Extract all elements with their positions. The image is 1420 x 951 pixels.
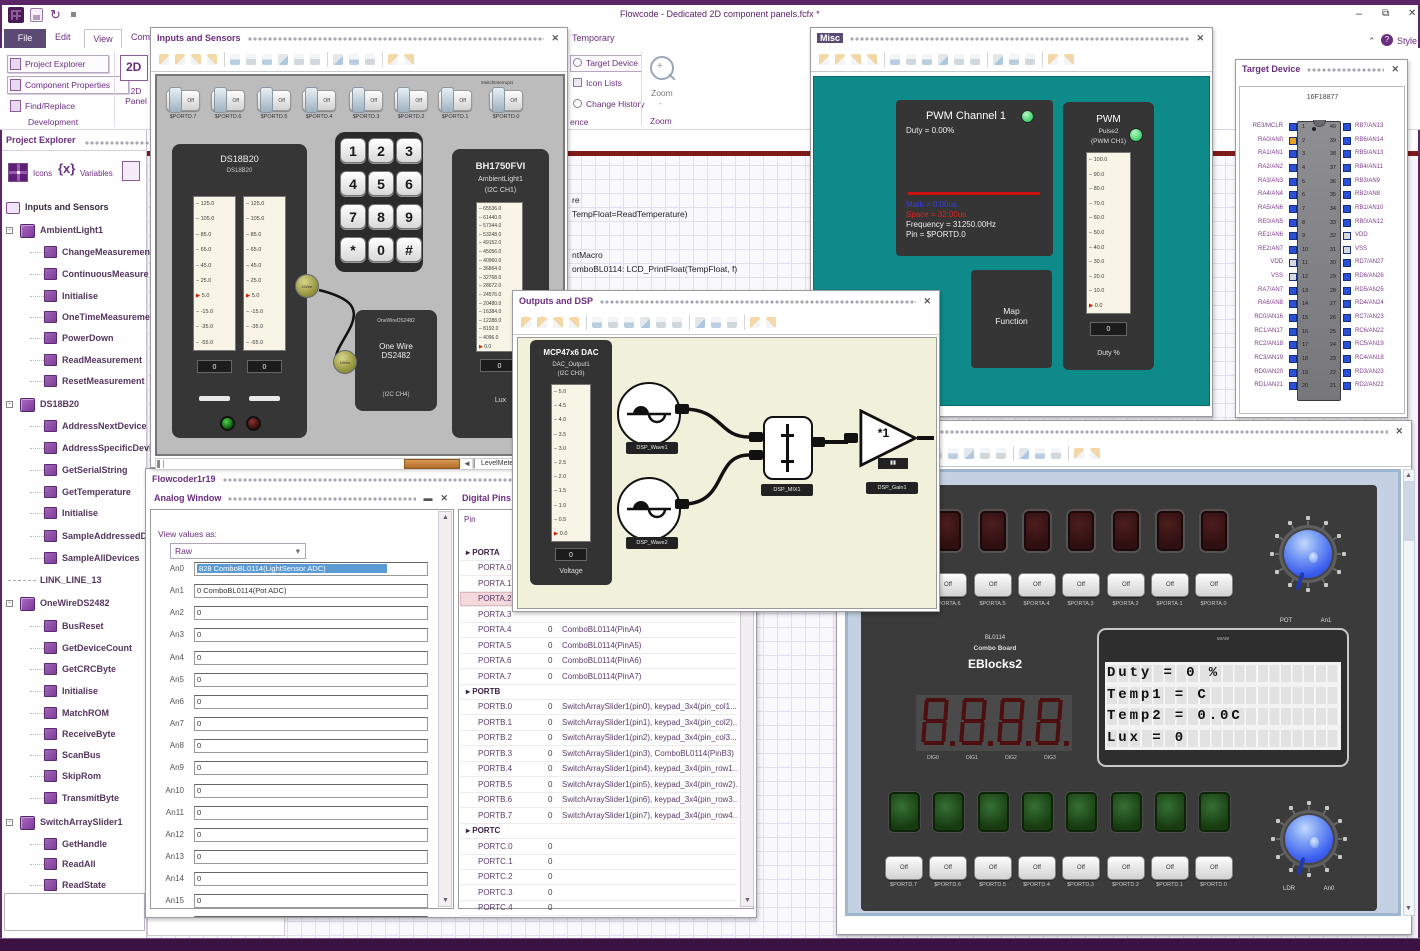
svg-text:*1: *1	[878, 426, 890, 440]
